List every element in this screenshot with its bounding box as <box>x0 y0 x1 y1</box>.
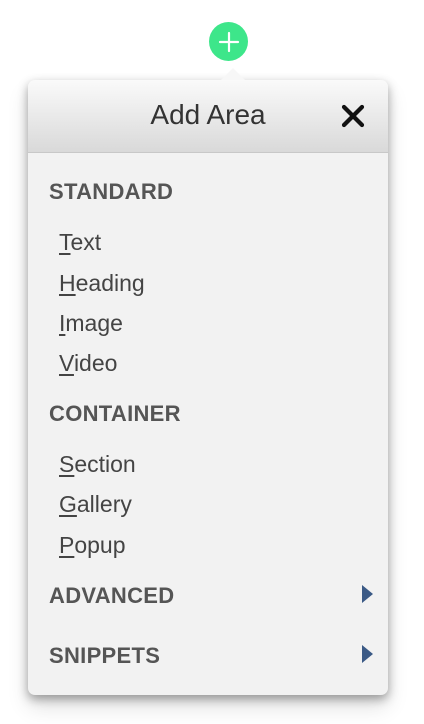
menu-item-label: eading <box>75 270 145 296</box>
add-area-button[interactable] <box>209 22 248 61</box>
section-row-advanced[interactable]: ADVANCED <box>28 578 388 614</box>
menu-item-accel: V <box>59 350 74 376</box>
popover-caret <box>221 68 245 80</box>
section-heading-standard: STANDARD <box>49 179 174 204</box>
menu-item-accel: S <box>59 451 75 477</box>
menu-item-label: opup <box>74 532 126 558</box>
close-button[interactable] <box>341 104 365 128</box>
section-heading-snippets: SNIPPETS <box>49 643 161 668</box>
plus-icon <box>218 31 239 52</box>
menu-item-accel: H <box>59 270 76 296</box>
menu-item-gallery[interactable]: Gallery <box>59 491 132 518</box>
section-row-snippets[interactable]: SNIPPETS <box>28 638 388 674</box>
menu-item-label: ideo <box>73 350 118 376</box>
section-heading-container: CONTAINER <box>49 401 181 426</box>
menu-item-label: ection <box>74 451 136 477</box>
panel-title: Add Area <box>150 99 266 130</box>
close-icon <box>341 104 365 128</box>
menu-item-label: mage <box>65 310 123 336</box>
section-heading-advanced: ADVANCED <box>49 583 175 608</box>
menu-item-accel: P <box>59 532 75 558</box>
chevron-right-icon <box>362 585 373 603</box>
menu-item-section[interactable]: Section <box>59 451 136 478</box>
panel-header: Add Area <box>28 80 388 153</box>
menu-item-heading[interactable]: Heading <box>59 270 145 297</box>
chevron-right-icon <box>362 645 373 663</box>
menu-item-accel: T <box>59 229 71 255</box>
menu-item-video[interactable]: Video <box>59 350 117 377</box>
menu-item-accel: G <box>59 491 77 517</box>
menu-item-label: ext <box>70 229 102 255</box>
menu-item-label: allery <box>76 491 132 517</box>
menu-item-text[interactable]: Text <box>59 229 101 256</box>
add-area-panel: Add Area STANDARD Text Heading Image Vid… <box>28 80 388 695</box>
menu-item-popup[interactable]: Popup <box>59 532 126 559</box>
menu-item-image[interactable]: Image <box>59 310 123 337</box>
